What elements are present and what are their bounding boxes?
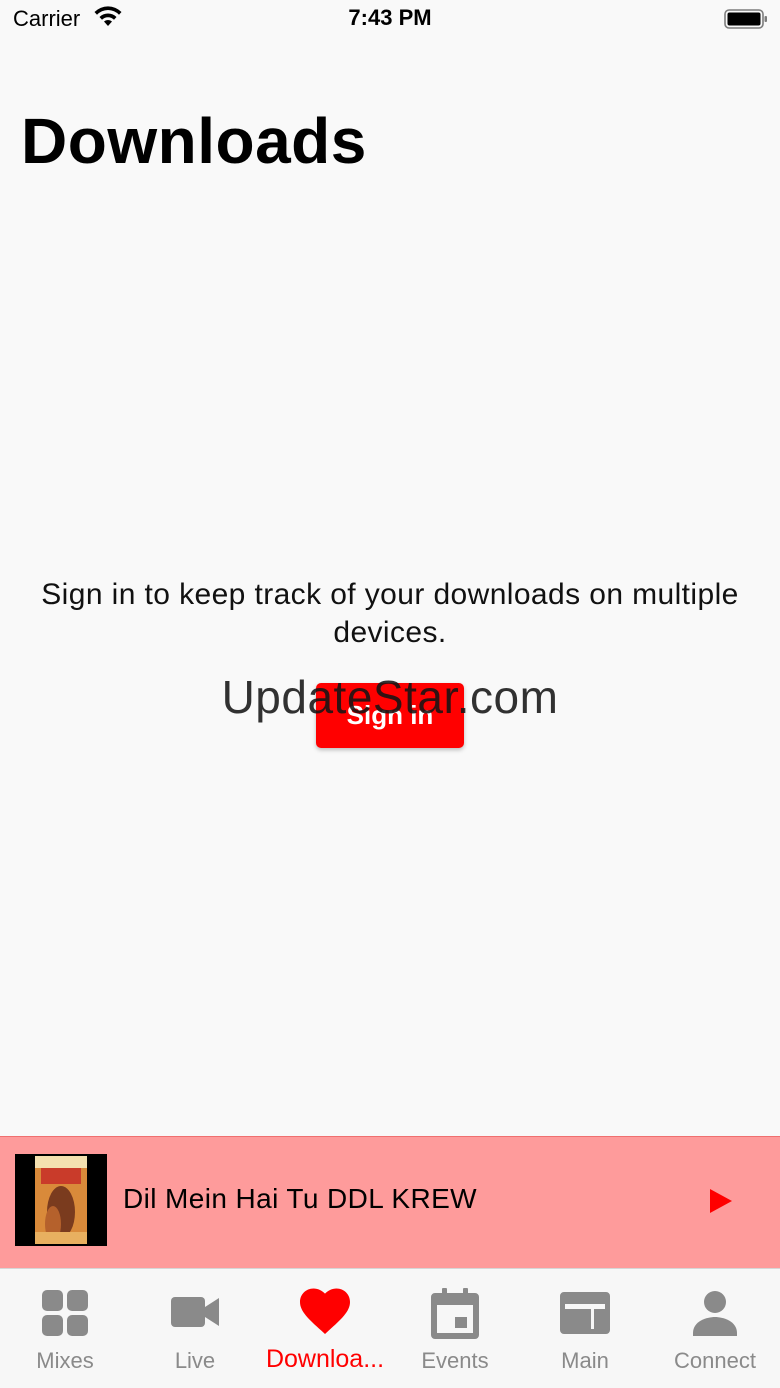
calendar-icon [431,1288,479,1339]
play-icon [710,1189,732,1213]
tab-label: Connect [674,1348,756,1373]
heart-icon [300,1288,350,1334]
tab-label: Live [174,1348,216,1373]
tab-events[interactable]: Events [390,1269,520,1388]
mini-player[interactable]: Dil Mein Hai Tu DDL KREW [0,1136,780,1269]
page-title: Downloads [21,105,367,177]
tab-connect[interactable]: Connect [650,1269,780,1388]
video-camera-icon [171,1297,219,1327]
status-bar: Carrier 7:43 PM [0,0,780,40]
tab-label: Mixes [36,1348,94,1373]
sign-in-button[interactable]: Sign in [316,683,464,748]
person-icon [693,1291,737,1336]
empty-state-message: Sign in to keep track of your downloads … [41,578,739,649]
album-art [15,1154,107,1246]
tab-label: Events [421,1348,489,1373]
tab-main[interactable]: Main [520,1269,650,1388]
status-time: 7:43 PM [348,5,432,30]
grid-icon [42,1290,88,1336]
tab-bar: Mixes Live Downloa... Events Main Connec… [0,1268,780,1388]
browser-window-icon [560,1292,610,1334]
tab-label: Main [561,1348,609,1373]
track-title: Dil Mein Hai Tu DDL KREW [123,1183,477,1214]
play-button[interactable] [700,1181,740,1221]
tab-mixes[interactable]: Mixes [0,1269,130,1388]
tab-live[interactable]: Live [130,1269,260,1388]
battery-icon [724,9,767,29]
tab-downloads[interactable]: Downloa... [260,1269,390,1388]
tab-label: Downloa... [265,1345,385,1373]
